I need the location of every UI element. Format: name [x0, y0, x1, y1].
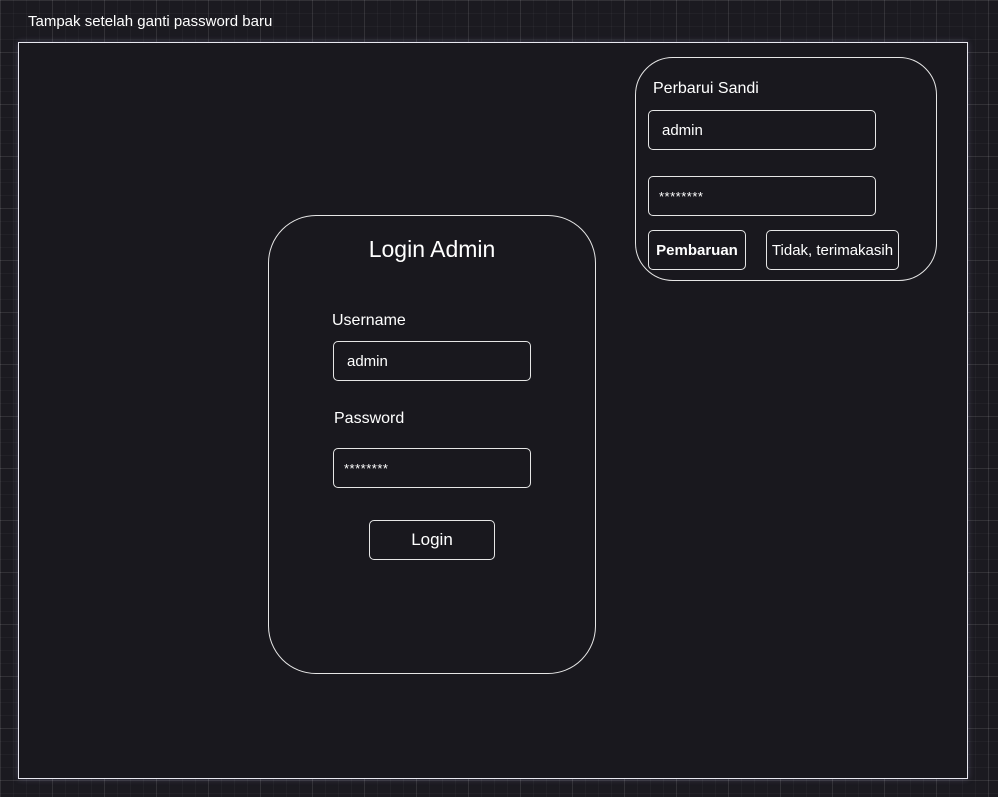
username-field[interactable]: admin — [333, 341, 531, 381]
login-card — [268, 215, 596, 674]
update-password-title: Perbarui Sandi — [653, 80, 759, 97]
decline-button[interactable]: Tidak, terimakasih — [766, 230, 899, 270]
login-title: Login Admin — [368, 236, 496, 262]
username-label: Username — [332, 312, 406, 329]
update-username-field[interactable]: admin — [648, 110, 876, 150]
update-password-field[interactable]: ******** — [648, 176, 876, 216]
password-label: Password — [334, 410, 405, 427]
update-button[interactable]: Pembaruan — [648, 230, 746, 270]
login-button[interactable]: Login — [369, 520, 495, 560]
diagram-caption: Tampak setelah ganti password baru — [28, 13, 273, 30]
password-field[interactable]: ******** — [333, 448, 531, 488]
